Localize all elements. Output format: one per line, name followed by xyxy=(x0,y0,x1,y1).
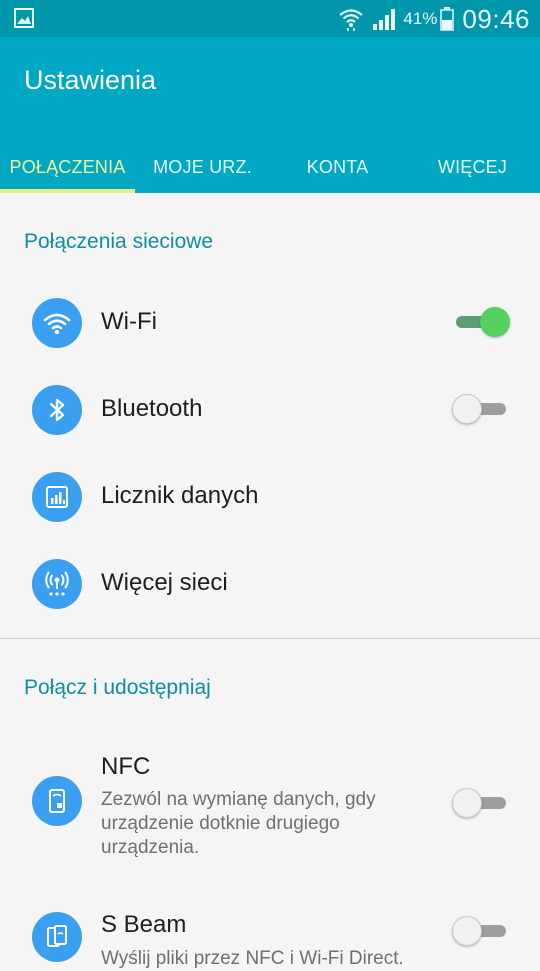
tab-label: POŁĄCZENIA xyxy=(9,156,126,177)
bluetooth-icon xyxy=(32,385,82,435)
settings-item-label: Bluetooth xyxy=(101,395,203,422)
settings-item-label: S Beam xyxy=(101,911,187,938)
toggle-thumb xyxy=(480,307,510,337)
nfc-toggle[interactable] xyxy=(452,788,510,818)
settings-item-bluetooth[interactable]: Bluetooth xyxy=(0,370,540,450)
s-beam-icon xyxy=(32,912,82,962)
status-bar: 41% 09:46 xyxy=(0,0,540,37)
settings-list: Połączenia sieciowe Wi-Fi Bluetooth Licz… xyxy=(0,193,540,969)
settings-item-label: NFC xyxy=(101,753,151,780)
battery-percent: 41% xyxy=(403,9,438,28)
tab-label: KONTA xyxy=(306,156,369,177)
settings-item-label: Licznik danych xyxy=(101,482,259,509)
tab-label: MOJE URZ. xyxy=(153,156,252,177)
more-networks-icon xyxy=(32,559,82,609)
wifi-status-icon xyxy=(339,9,364,31)
clock: 09:46 xyxy=(462,3,530,34)
settings-item-description: Zezwól na wymianę danych, gdy urządzenie… xyxy=(101,789,376,858)
nfc-icon xyxy=(32,776,82,826)
wifi-icon xyxy=(32,298,82,348)
tab-my-device[interactable]: MOJE URZ. xyxy=(135,141,270,193)
tab-label: WIĘCEJ xyxy=(437,156,508,177)
settings-item-wifi[interactable]: Wi-Fi xyxy=(0,283,540,363)
app-bar: Ustawienia POŁĄCZENIA MOJE URZ. KONTA WI… xyxy=(0,37,540,193)
settings-item-more-networks[interactable]: Więcej sieci xyxy=(0,544,540,624)
settings-item-nfc[interactable]: NFC Zezwól na wymianę danych, gdy urządz… xyxy=(0,743,540,873)
section-divider xyxy=(0,638,540,639)
tab-accounts[interactable]: KONTA xyxy=(270,141,405,193)
tab-connections[interactable]: POŁĄCZENIA xyxy=(0,141,135,193)
settings-item-label: Więcej sieci xyxy=(101,569,228,596)
toggle-thumb xyxy=(452,394,482,424)
toggle-thumb xyxy=(452,788,482,818)
settings-item-label: Wi-Fi xyxy=(101,308,157,335)
tab-more[interactable]: WIĘCEJ xyxy=(405,141,540,193)
signal-icon xyxy=(373,9,396,30)
section-header-network: Połączenia sieciowe xyxy=(24,230,214,253)
battery-icon xyxy=(440,7,455,31)
settings-item-s-beam[interactable]: S Beam Wyślij pliki przez NFC i Wi-Fi Di… xyxy=(0,903,540,969)
settings-item-description: Wyślij pliki przez NFC i Wi-Fi Direct. xyxy=(101,948,404,969)
bluetooth-toggle[interactable] xyxy=(452,394,510,424)
s-beam-toggle[interactable] xyxy=(452,916,510,946)
settings-item-data-usage[interactable]: Licznik danych xyxy=(0,457,540,537)
toggle-thumb xyxy=(452,916,482,946)
tab-bar: POŁĄCZENIA MOJE URZ. KONTA WIĘCEJ xyxy=(0,141,540,193)
section-header-connect-share: Połącz i udostępniaj xyxy=(24,676,211,699)
page-title: Ustawienia xyxy=(24,65,157,95)
data-usage-icon xyxy=(32,472,82,522)
image-notification-icon xyxy=(14,8,34,28)
wifi-toggle[interactable] xyxy=(452,307,510,337)
